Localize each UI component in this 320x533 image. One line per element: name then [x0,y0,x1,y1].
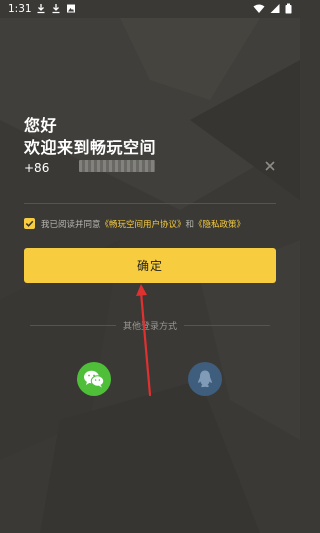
agreement-prefix: 我已阅读并同意 [41,220,101,230]
phone-input-row[interactable]: +86 [24,157,276,181]
close-icon[interactable] [264,160,276,172]
confirm-button-label: 确定 [136,259,163,273]
agreement-row: 我已阅读并同意《畅玩空间用户协议》和《隐私政策》 [24,217,284,233]
screenshot-icon [67,4,75,13]
qq-login-button[interactable] [188,362,222,396]
status-icons-left [36,3,76,14]
agreement-conjunction: 和 [185,220,195,230]
checkmark-icon [25,220,34,227]
qq-icon [198,370,212,388]
greeting-title: 您好 欢迎来到畅玩空间 [24,115,156,159]
status-icons-right [253,3,292,14]
status-bar: 1:31 [0,0,300,18]
download-icon [37,4,45,14]
privacy-policy-link[interactable]: 《隐私政策》 [194,220,245,230]
wechat-login-button[interactable] [77,362,111,396]
divider-right [184,325,270,326]
status-time: 1:31 [8,3,32,15]
agreement-text: 我已阅读并同意《畅玩空间用户协议》和《隐私政策》 [41,218,245,230]
battery-icon [285,3,292,14]
greeting-line-2: 欢迎来到畅玩空间 [24,138,157,157]
wechat-icon [84,370,105,388]
download-icon [52,4,60,14]
greeting-line-1: 您好 [24,116,58,135]
agreement-checkbox[interactable] [24,218,35,229]
phone-input-underline [24,203,276,204]
signal-icon [270,4,280,13]
confirm-button[interactable]: 确定 [24,248,276,283]
wifi-icon [253,4,265,13]
phone-number-field[interactable] [79,160,155,172]
user-agreement-link[interactable]: 《畅玩空间用户协议》 [101,220,186,230]
country-code[interactable]: +86 [24,161,49,175]
